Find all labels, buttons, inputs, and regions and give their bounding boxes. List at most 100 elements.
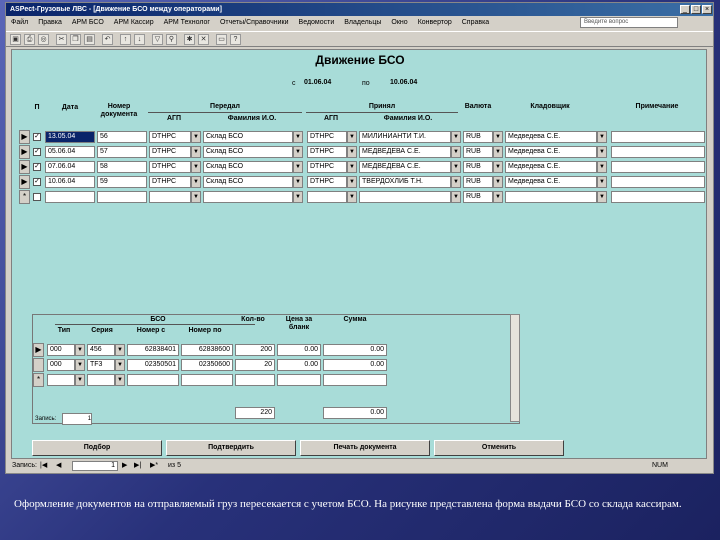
- chevron-down-icon[interactable]: ▼: [597, 146, 607, 158]
- fio-cell[interactable]: Склад БСО: [203, 176, 293, 188]
- chevron-down-icon[interactable]: ▼: [451, 131, 461, 143]
- price-cell[interactable]: [277, 374, 321, 386]
- count-cell[interactable]: [235, 374, 275, 386]
- fio2-cell[interactable]: МЕДВЕДЕВА С.Е.: [359, 161, 451, 173]
- sort-desc-icon[interactable]: ↓: [134, 34, 145, 45]
- table-row[interactable]: ▶ 000 ▼ 456 ▼ 62838401 62838600 200 0.00…: [33, 343, 403, 357]
- menu-converter[interactable]: Конвертор: [413, 16, 457, 30]
- close-form-icon[interactable]: ▭: [216, 34, 227, 45]
- row-selector[interactable]: [33, 358, 44, 372]
- storekeeper-cell[interactable]: Медведева С.Е.: [505, 131, 597, 143]
- chevron-down-icon[interactable]: ▼: [191, 131, 201, 143]
- agp-cell[interactable]: [149, 191, 191, 203]
- print-icon[interactable]: ⎙: [24, 34, 35, 45]
- note-cell[interactable]: [611, 191, 705, 203]
- menu-statements[interactable]: Ведомости: [294, 16, 340, 30]
- chevron-down-icon[interactable]: ▼: [493, 191, 503, 203]
- series-cell[interactable]: TF3: [87, 359, 115, 371]
- chevron-down-icon[interactable]: ▼: [293, 176, 303, 188]
- chevron-down-icon[interactable]: ▼: [451, 146, 461, 158]
- chevron-down-icon[interactable]: ▼: [191, 146, 201, 158]
- filter-icon[interactable]: ▽: [152, 34, 163, 45]
- undo-icon[interactable]: ↶: [102, 34, 113, 45]
- storekeeper-cell[interactable]: Медведева С.Е.: [505, 161, 597, 173]
- docnum-cell[interactable]: 58: [97, 161, 147, 173]
- docnum-cell[interactable]: 56: [97, 131, 147, 143]
- table-row[interactable]: ▶ ✓ 05.06.04 57 DTHPC ▼ Склад БСО ▼ DTHP…: [19, 145, 709, 159]
- chevron-down-icon[interactable]: ▼: [347, 176, 357, 188]
- chevron-down-icon[interactable]: ▼: [347, 146, 357, 158]
- chevron-down-icon[interactable]: ▼: [451, 176, 461, 188]
- note-cell[interactable]: [611, 131, 705, 143]
- row-selector[interactable]: ▶: [19, 160, 30, 174]
- fio2-cell[interactable]: [359, 191, 451, 203]
- note-cell[interactable]: [611, 146, 705, 158]
- agp-cell[interactable]: DTHPC: [149, 146, 191, 158]
- currency-cell[interactable]: RUB: [463, 176, 493, 188]
- chevron-down-icon[interactable]: ▼: [75, 344, 85, 356]
- fio2-cell[interactable]: МИЛИНИАНТИ Т.И.: [359, 131, 451, 143]
- cut-icon[interactable]: ✂: [56, 34, 67, 45]
- fio2-cell[interactable]: МЕДВЕДЕВА С.Е.: [359, 146, 451, 158]
- from-cell[interactable]: [127, 374, 179, 386]
- date-cell[interactable]: [45, 191, 95, 203]
- type-cell[interactable]: [47, 374, 75, 386]
- row-checkbox[interactable]: ✓: [33, 133, 41, 141]
- chevron-down-icon[interactable]: ▼: [493, 176, 503, 188]
- copy-icon[interactable]: ❐: [70, 34, 81, 45]
- select-button[interactable]: Подбор: [32, 440, 162, 456]
- chevron-down-icon[interactable]: ▼: [597, 176, 607, 188]
- docnum-cell[interactable]: 59: [97, 176, 147, 188]
- chevron-down-icon[interactable]: ▼: [451, 191, 461, 203]
- chevron-down-icon[interactable]: ▼: [191, 176, 201, 188]
- first-record-icon[interactable]: |◀: [40, 459, 47, 473]
- to-cell[interactable]: 62838600: [181, 344, 233, 356]
- chevron-down-icon[interactable]: ▼: [75, 359, 85, 371]
- count-cell[interactable]: 200: [235, 344, 275, 356]
- chevron-down-icon[interactable]: ▼: [493, 146, 503, 158]
- chevron-down-icon[interactable]: ▼: [597, 161, 607, 173]
- chevron-down-icon[interactable]: ▼: [451, 161, 461, 173]
- row-checkbox[interactable]: ✓: [33, 178, 41, 186]
- to-cell[interactable]: [181, 374, 233, 386]
- chevron-down-icon[interactable]: ▼: [493, 161, 503, 173]
- series-cell[interactable]: 456: [87, 344, 115, 356]
- chevron-down-icon[interactable]: ▼: [115, 344, 125, 356]
- storekeeper-cell[interactable]: Медведева С.Е.: [505, 176, 597, 188]
- fio2-cell[interactable]: ТВЕРДОХЛИБ Т.Н.: [359, 176, 451, 188]
- type-cell[interactable]: 000: [47, 359, 75, 371]
- table-row[interactable]: ▶ ✓ 07.06.04 58 DTHPC ▼ Склад БСО ▼ DTHP…: [19, 160, 709, 174]
- currency-cell[interactable]: RUB: [463, 191, 493, 203]
- note-cell[interactable]: [611, 176, 705, 188]
- chevron-down-icon[interactable]: ▼: [293, 191, 303, 203]
- cancel-button[interactable]: Отменить: [434, 440, 564, 456]
- from-cell[interactable]: 62838401: [127, 344, 179, 356]
- save-icon[interactable]: ▣: [10, 34, 21, 45]
- docnum-cell[interactable]: [97, 191, 147, 203]
- menu-edit[interactable]: Правка: [33, 16, 67, 30]
- chevron-down-icon[interactable]: ▼: [347, 131, 357, 143]
- subform-scrollbar[interactable]: [510, 314, 520, 422]
- new-record-icon[interactable]: ✱: [184, 34, 195, 45]
- menu-arm-tech[interactable]: АРМ Технолог: [159, 16, 215, 30]
- close-button[interactable]: ×: [702, 5, 712, 14]
- currency-cell[interactable]: RUB: [463, 146, 493, 158]
- chevron-down-icon[interactable]: ▼: [115, 374, 125, 386]
- row-checkbox[interactable]: ✓: [33, 148, 41, 156]
- help-icon[interactable]: ?: [230, 34, 241, 45]
- menu-arm-bso[interactable]: АРМ БСО: [67, 16, 109, 30]
- from-cell[interactable]: 02350501: [127, 359, 179, 371]
- menu-reports[interactable]: Отчеты/Справочники: [215, 16, 294, 30]
- sum-cell[interactable]: [323, 374, 387, 386]
- maximize-button[interactable]: □: [691, 5, 701, 14]
- table-row[interactable]: ▶ ✓ 10.06.04 59 DTHPC ▼ Склад БСО ▼ DTHP…: [19, 175, 709, 189]
- fio-cell[interactable]: Склад БСО: [203, 161, 293, 173]
- row-checkbox[interactable]: ✓: [33, 163, 41, 171]
- to-cell[interactable]: 02350600: [181, 359, 233, 371]
- chevron-down-icon[interactable]: ▼: [493, 131, 503, 143]
- date-cell[interactable]: 10.06.04: [45, 176, 95, 188]
- table-row[interactable]: ▶ ✓ 13.05.04 56 DTHPC ▼ Склад БСО ▼ DTHP…: [19, 130, 709, 144]
- chevron-down-icon[interactable]: ▼: [597, 191, 607, 203]
- chevron-down-icon[interactable]: ▼: [115, 359, 125, 371]
- agp2-cell[interactable]: DTHPC: [307, 176, 347, 188]
